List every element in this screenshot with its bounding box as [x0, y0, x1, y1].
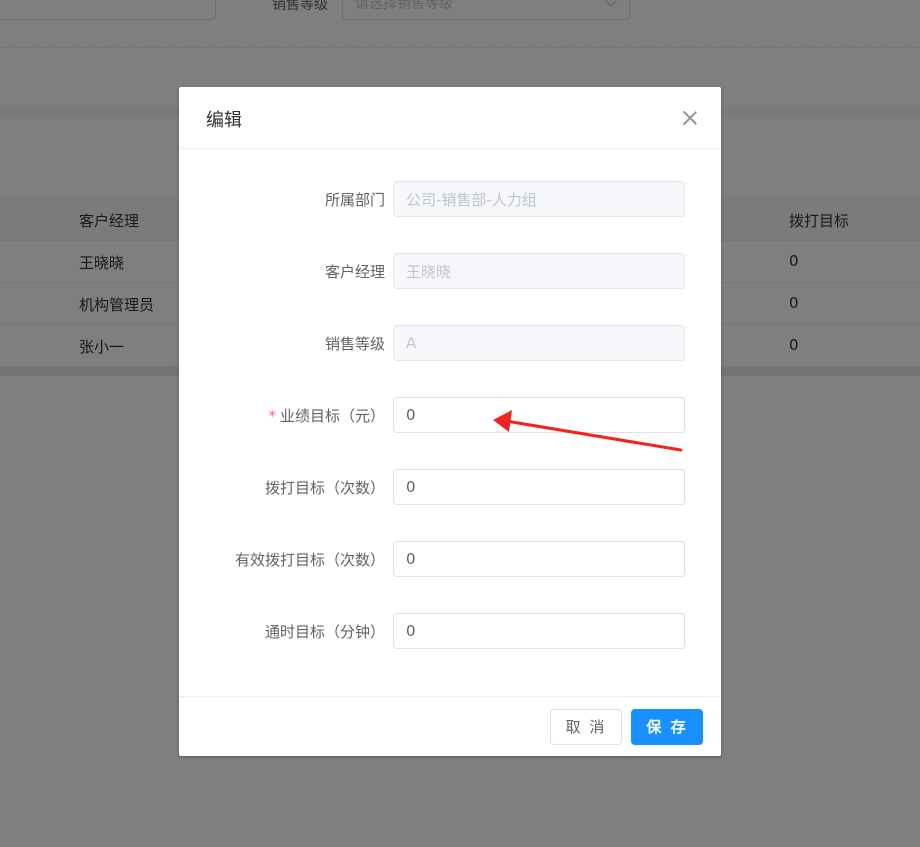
form-row-sales-level: 销售等级 [179, 325, 721, 361]
dialog-title: 编辑 [206, 110, 242, 131]
call-target-label: 拨打目标（次数） [264, 479, 385, 497]
performance-target-input[interactable] [393, 397, 685, 433]
save-button[interactable]: 保 存 [631, 709, 703, 745]
form-row-talk-time-target: 通时目标（分钟） [179, 613, 721, 649]
sales-level-label: 销售等级 [324, 335, 385, 353]
talk-time-target-input[interactable] [393, 613, 685, 649]
effective-call-target-input[interactable] [393, 541, 685, 577]
edit-dialog: 编辑 所属部门 客户经理 销售等级 *业绩目标（元） 拨打目标（次数） 有效拨打… [179, 87, 721, 756]
department-label: 所属部门 [324, 191, 385, 209]
performance-target-label-wrap: * 业绩目标（元） [268, 405, 385, 426]
required-asterisk: * [268, 407, 276, 425]
manager-input[interactable] [393, 253, 685, 289]
form-row-manager: 客户经理 [179, 253, 721, 289]
form-row-effective-call-target: 有效拨打目标（次数） [179, 541, 721, 577]
form-row-department: 所属部门 [179, 181, 721, 217]
talk-time-target-label: 通时目标（分钟） [264, 623, 385, 641]
dialog-footer: 取 消 保 存 [179, 696, 721, 756]
form-row-performance-target: * 业绩目标（元） [179, 397, 721, 433]
manager-label: 客户经理 [324, 263, 385, 281]
sales-level-input[interactable] [393, 325, 685, 361]
call-target-input[interactable] [393, 469, 685, 505]
dialog-header: 编辑 [179, 87, 721, 149]
department-input[interactable] [393, 181, 685, 217]
cancel-button[interactable]: 取 消 [550, 709, 622, 745]
effective-call-target-label: 有效拨打目标（次数） [234, 551, 385, 569]
form-row-call-target: 拨打目标（次数） [179, 469, 721, 505]
close-icon[interactable] [681, 109, 699, 127]
performance-target-label: 业绩目标（元） [279, 407, 385, 425]
